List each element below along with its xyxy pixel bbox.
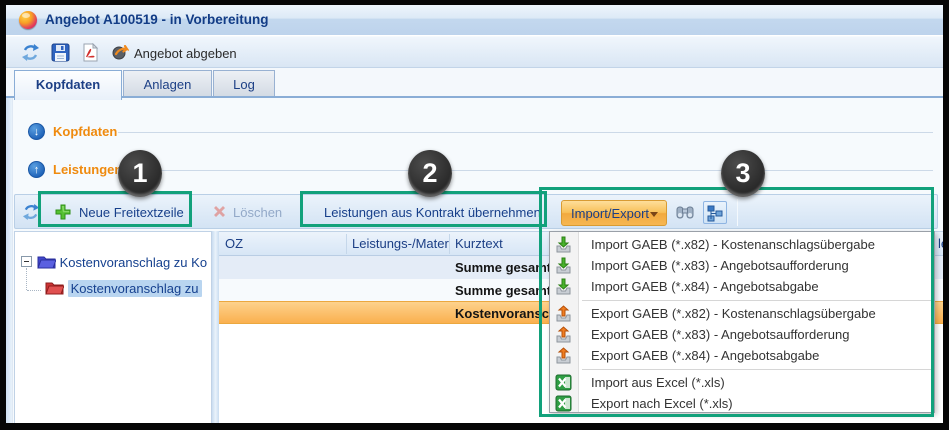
tab-strip: Kopfdaten Anlagen Log: [6, 68, 943, 98]
new-freetext-row-button[interactable]: Neue Freitextzeile: [79, 205, 184, 220]
app-logo-icon: [19, 11, 37, 29]
tab-anlagen[interactable]: Anlagen: [123, 70, 212, 98]
export-gaeb-icon: [555, 326, 572, 343]
chevron-down-icon: [650, 212, 658, 217]
import-export-label: Import/Export: [571, 206, 649, 221]
hierarchy-view-button[interactable]: [703, 201, 727, 224]
tree-root-label: Kostenvoranschlag zu Ko: [60, 255, 207, 270]
menu-item-export-x83[interactable]: Export GAEB (*.x83) - Angebotsaufforderu…: [550, 324, 934, 345]
tree-collapse-toggle[interactable]: [21, 256, 32, 267]
window-title: Angebot A100519 - in Vorbereitung: [45, 12, 269, 27]
tree-child-item[interactable]: Kostenvoranschlag zu: [45, 280, 202, 300]
section-title-leistungen[interactable]: Leistungen: [53, 162, 122, 177]
callout-badge-1: 1: [118, 150, 162, 197]
section-divider: [152, 170, 933, 171]
column-header-leistung[interactable]: Leistungs-/Materi: [352, 236, 449, 251]
collapse-down-icon[interactable]: ↓: [28, 123, 45, 140]
menu-item-import-x82[interactable]: Import GAEB (*.x82) - Kostenanschlagsübe…: [550, 234, 934, 255]
delete-button: Löschen: [233, 205, 282, 220]
section-title-kopfdaten[interactable]: Kopfdaten: [53, 124, 117, 139]
send-icon[interactable]: [112, 45, 131, 64]
structure-tree: Kostenvoranschlag zu Ko Kostenvoranschla…: [14, 231, 212, 423]
import-gaeb-icon: [555, 257, 572, 274]
excel-icon: [555, 395, 572, 412]
panel-splitter[interactable]: [212, 231, 219, 423]
collapse-up-icon[interactable]: ↑: [28, 161, 45, 178]
title-bar: Angebot A100519 - in Vorbereitung: [6, 5, 943, 36]
binoculars-icon[interactable]: [676, 204, 694, 222]
section-header-leistungen: ↑ Leistungen: [28, 161, 938, 179]
toolbar-separator: [737, 199, 738, 226]
refresh-icon[interactable]: [21, 43, 40, 62]
tab-log[interactable]: Log: [213, 70, 275, 98]
callout-badge-3: 3: [721, 150, 765, 197]
menu-item-import-x83[interactable]: Import GAEB (*.x83) - Angebotsaufforderu…: [550, 255, 934, 276]
section-divider: [118, 132, 933, 133]
menu-item-export-x82[interactable]: Export GAEB (*.x82) - Kostenanschlagsübe…: [550, 303, 934, 324]
tree-connector: [26, 268, 27, 290]
delete-x-icon: [212, 204, 227, 219]
callout-badge-2: 2: [408, 150, 452, 197]
excel-icon: [555, 374, 572, 391]
menu-item-import-excel[interactable]: Import aus Excel (*.xls): [550, 372, 934, 393]
column-header-partial[interactable]: ler: [938, 236, 943, 251]
submit-offer-button[interactable]: Angebot abgeben: [134, 46, 237, 61]
plus-icon: [54, 203, 72, 221]
import-export-button[interactable]: Import/Export: [561, 200, 667, 226]
tab-kopfdaten[interactable]: Kopfdaten: [14, 70, 122, 100]
import-export-menu: Import GAEB (*.x82) - Kostenanschlagsübe…: [549, 231, 935, 413]
tree-child-label: Kostenvoranschlag zu: [68, 280, 202, 297]
screenshot-stage: Angebot A100519 - in Vorbereitung: [0, 0, 949, 430]
save-icon[interactable]: [51, 43, 70, 62]
refresh-icon[interactable]: [22, 203, 40, 221]
column-divider[interactable]: [449, 234, 450, 254]
pdf-icon[interactable]: [81, 43, 100, 62]
takeover-contract-button[interactable]: Leistungen aus Kontrakt übernehmen: [324, 205, 541, 220]
window-frame: Angebot A100519 - in Vorbereitung: [6, 5, 943, 423]
menu-item-export-excel[interactable]: Export nach Excel (*.xls): [550, 393, 934, 414]
menu-item-import-x84[interactable]: Import GAEB (*.x84) - Angebotsabgabe: [550, 276, 934, 297]
column-header-oz[interactable]: OZ: [225, 236, 345, 251]
export-gaeb-icon: [555, 347, 572, 364]
tree-root-item[interactable]: Kostenvoranschlag zu Ko: [37, 254, 207, 274]
tree-connector: [27, 290, 41, 291]
section-header-kopfdaten: ↓ Kopfdaten: [28, 123, 938, 141]
menu-item-export-x84[interactable]: Export GAEB (*.x84) - Angebotsabgabe: [550, 345, 934, 366]
left-edge-strip: [6, 98, 13, 423]
main-toolbar: Angebot abgeben: [6, 37, 943, 68]
import-gaeb-icon: [555, 236, 572, 253]
column-divider[interactable]: [346, 234, 347, 254]
leistungen-toolbar: Neue Freitextzeile Löschen Leistungen au…: [14, 194, 938, 229]
import-gaeb-icon: [555, 278, 572, 295]
export-gaeb-icon: [555, 305, 572, 322]
